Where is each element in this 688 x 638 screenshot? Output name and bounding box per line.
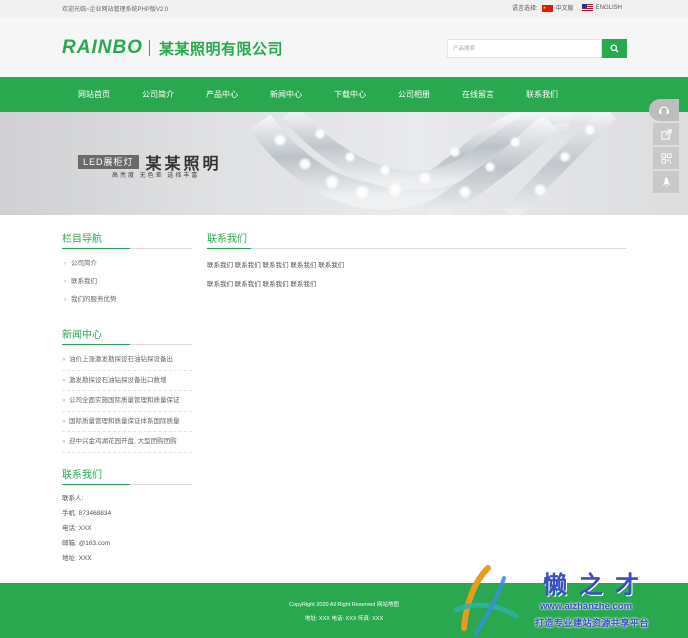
sidebar-nav-list: 公司简介 联系我们 我们的服务优势 bbox=[62, 255, 192, 309]
lang-english-label: ENGLISH bbox=[595, 5, 622, 12]
nav-item-downloads[interactable]: 下载中心 bbox=[318, 77, 382, 112]
watermark-slogan: 打造专业建站资源共享平台 bbox=[535, 619, 650, 629]
qrcode-icon bbox=[660, 152, 672, 164]
sidebar-contact-list: 联系人: 手机: 873468834 电话: XXX 邮箱: @163.com … bbox=[62, 491, 192, 566]
sidebar-news-title: 新闻中心 bbox=[62, 326, 192, 345]
watermark: 懒之才 www.aizhanzhe.com 打造专业建站资源共享平台 bbox=[446, 564, 688, 638]
page-title: 联系我们 bbox=[207, 230, 626, 249]
sidebar: 栏目导航 公司简介 联系我们 我们的服务优势 新闻中心 油价上涨激发勘探设石油钻… bbox=[62, 230, 192, 566]
lang-english-link[interactable]: ENGLISH bbox=[581, 3, 622, 12]
led-strip-image bbox=[250, 112, 617, 215]
watermark-url: www.aizhanzhe.com bbox=[540, 601, 633, 612]
china-flag-icon bbox=[541, 4, 553, 12]
qrcode-button[interactable] bbox=[653, 147, 679, 169]
sidebar-news-list: 油价上涨激发勘探设石油钻探设备出 激发勘探设石油钻探设备出口数增 公司全面实施国… bbox=[62, 350, 192, 453]
logo-divider bbox=[148, 40, 150, 56]
share-icon bbox=[660, 128, 672, 140]
contact-phone: 电话: XXX bbox=[62, 524, 92, 532]
main-nav: 网站首页 公司简介 产品中心 新闻中心 下载中心 公司相册 在线留言 联系我们 bbox=[0, 77, 688, 112]
nav-item-products[interactable]: 产品中心 bbox=[190, 77, 254, 112]
back-to-top-button[interactable] bbox=[653, 171, 679, 193]
nav-item-album[interactable]: 公司相册 bbox=[382, 77, 446, 112]
search-icon bbox=[610, 44, 619, 53]
welcome-text: 欢迎光临~企业网站管理系统PHP版V2.0 bbox=[62, 7, 169, 13]
share-button[interactable] bbox=[653, 123, 679, 145]
sidebar-item-advantages[interactable]: 我们的服务优势 bbox=[62, 291, 192, 309]
nav-item-message[interactable]: 在线留言 bbox=[446, 77, 510, 112]
side-float-toolbar bbox=[649, 99, 679, 195]
nav-item-home[interactable]: 网站首页 bbox=[62, 77, 126, 112]
main-content: 联系我们 联系我们 联系我们 联系我们 联系我们 联系我们 联系我们 联系我们 … bbox=[207, 230, 626, 294]
content-line: 联系我们 联系我们 联系我们 联系我们 联系我们 bbox=[207, 262, 345, 269]
headset-icon bbox=[659, 106, 669, 114]
sidebar-contact-title: 联系我们 bbox=[62, 466, 192, 485]
content-line: 联系我们 联系我们 联系我们 联系我们 bbox=[207, 281, 317, 288]
contact-mobile: 手机: 873468834 bbox=[62, 509, 112, 517]
contact-email: 邮箱: @163.com bbox=[62, 539, 111, 547]
news-item[interactable]: 激发勘探设石油钻探设备出口数增 bbox=[62, 371, 192, 391]
news-item[interactable]: 油价上涨激发勘探设石油钻探设备出 bbox=[62, 350, 192, 371]
nav-item-news[interactable]: 新闻中心 bbox=[254, 77, 318, 112]
news-item[interactable]: 公司全面实施国际质量管理和质量保证 bbox=[62, 391, 192, 412]
search-input[interactable] bbox=[447, 39, 602, 58]
language-label: 语言选择: bbox=[511, 6, 538, 12]
logo-company-name: 某某照明有限公司 bbox=[158, 39, 283, 58]
top-bar: 欢迎光临~企业网站管理系统PHP版V2.0 语言选择: 中文版 ENGLISH bbox=[0, 0, 688, 17]
banner-subtitle: 高亮度 无色差 选择丰富 bbox=[112, 173, 200, 179]
banner-tag: LED展柜灯 bbox=[78, 155, 139, 169]
site-logo[interactable]: RAINBO 某某照明有限公司 bbox=[62, 37, 283, 59]
lang-chinese-label: 中文版 bbox=[555, 6, 574, 12]
rocket-icon bbox=[662, 176, 670, 188]
search-button[interactable] bbox=[602, 39, 627, 58]
news-item[interactable]: 迎中兴金鸡湖花园开盘, 大型团购团购 bbox=[62, 432, 192, 453]
sidebar-item-about[interactable]: 公司简介 bbox=[62, 255, 192, 273]
sidebar-item-contact[interactable]: 联系我们 bbox=[62, 273, 192, 291]
news-item[interactable]: 国际质量管理和质量保证体系国际质量 bbox=[62, 412, 192, 432]
search-box bbox=[447, 39, 627, 58]
header: RAINBO 某某照明有限公司 bbox=[0, 17, 688, 77]
nav-item-contact[interactable]: 联系我们 bbox=[510, 77, 574, 112]
language-switcher: 语言选择: 中文版 ENGLISH bbox=[512, 3, 622, 12]
contact-person: 联系人: bbox=[62, 494, 84, 502]
nav-list: 网站首页 公司简介 产品中心 新闻中心 下载中心 公司相册 在线留言 联系我们 bbox=[62, 77, 574, 112]
lang-chinese-link[interactable]: 中文版 bbox=[541, 3, 574, 12]
us-flag-icon bbox=[581, 3, 593, 11]
logo-rainbo-text: RAINBO bbox=[62, 37, 143, 58]
hero-banner: LED展柜灯 某某照明 高亮度 无色差 选择丰富 bbox=[0, 112, 688, 215]
nav-item-about[interactable]: 公司简介 bbox=[126, 77, 190, 112]
watermark-brand: 懒之才 bbox=[543, 571, 651, 599]
contact-address: 地址: XXX bbox=[62, 554, 92, 562]
customer-service-button[interactable] bbox=[649, 99, 679, 121]
watermark-logo-icon bbox=[453, 565, 519, 636]
sidebar-nav-title: 栏目导航 bbox=[62, 230, 192, 249]
